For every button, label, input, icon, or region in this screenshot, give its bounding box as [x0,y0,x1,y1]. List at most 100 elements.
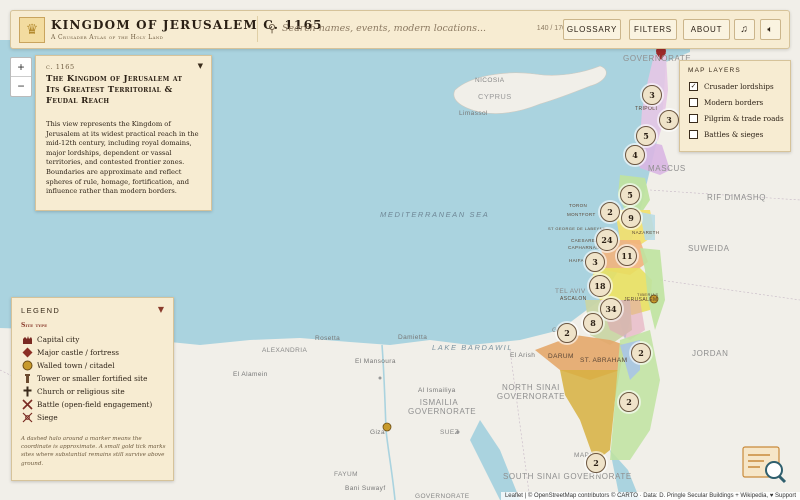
legend-item: Church or religious site [21,386,125,397]
legend-item: Walled town / citadel [21,360,115,371]
site-label: CAESAREA [571,238,599,243]
app-subtitle: A Crusader Atlas of the Holy Land [51,34,164,41]
city-label: MASCUS [648,164,686,173]
app-header: ♛ Kingdom of Jerusalem c. 1165 A Crusade… [10,10,790,49]
layer-battles-sieges[interactable]: Battles & sieges [689,130,763,139]
search-document-icon[interactable] [742,445,788,485]
city-label: Bani Suwayf [345,485,386,492]
city-label: El Arish [510,352,536,359]
walled-town-icon [21,360,33,371]
site-cluster[interactable]: 2 [619,392,639,412]
lake-label: LAKE BARDAWIL [432,343,514,352]
major-castle-icon [21,347,33,358]
site-label: NAZARETH [632,230,660,235]
region-label: RIF DIMASHQ [707,193,767,202]
site-label: ASCALON [560,296,587,302]
glossary-button[interactable]: GLOSSARY [563,19,621,40]
site-label: MONTFORT [567,212,596,217]
layer-checkbox[interactable] [689,98,698,107]
layer-checkbox[interactable] [689,130,698,139]
site-label: ST GEORGE DE LABEYNE [548,226,606,231]
region-label: SOUTH SINAI GOVERNORATE [503,472,632,481]
legend-item: Capital city [21,334,79,345]
site-cluster[interactable]: 24 [596,229,618,251]
site-cluster[interactable]: 11 [617,246,637,266]
capital-city-icon [21,334,33,345]
city-label: GOVERNORATE [415,493,470,500]
region-label: JORDAN [692,349,729,358]
city-label: Giza [370,429,385,436]
zoom-out-button[interactable]: − [11,77,31,95]
site-label: TRIPOLI [635,106,658,112]
site-cluster[interactable]: 2 [557,323,577,343]
city-label: El Alamein [233,371,268,378]
legend-item: Major castle / fortress [21,347,119,358]
search-input[interactable]: Search names, events, modern locations..… [282,23,486,34]
music-note-icon[interactable]: ♫ [734,19,755,40]
site-cluster[interactable]: 5 [620,185,640,205]
legend-item: Tower or smaller fortified site [21,373,147,384]
site-cluster[interactable]: 3 [659,110,679,130]
layer-checkbox[interactable] [689,114,698,123]
legend-collapse-icon[interactable]: ▼ [158,305,164,314]
info-date: c. 1165 [46,63,75,71]
search-bar[interactable]: ⚲ Search names, events, modern locations… [257,16,572,42]
search-icon: ⚲ [268,22,277,35]
site-label: JERUSALEM [624,297,658,303]
layer-pilgrim-roads[interactable]: Pilgrim & trade roads [689,114,784,123]
layer-modern-borders[interactable]: Modern borders [689,98,763,107]
zoom-control: + − [10,57,32,97]
layer-checkbox-checked[interactable]: ✓ [689,82,698,91]
info-panel: c. 1165 ▼ The Kingdom of Jerusalem at It… [35,55,212,211]
site-cluster[interactable]: 2 [631,343,651,363]
layer-crusader-lordships[interactable]: ✓ Crusader lordships [689,82,774,91]
site-label: ST. ABRAHAM [580,357,628,364]
site-cluster[interactable]: 3 [642,85,662,105]
city-label: Rosetta [315,335,341,342]
battle-icon [21,399,33,410]
church-icon [21,386,33,397]
legend-section: Site type [21,322,48,329]
collapse-caret-icon[interactable]: ▼ [198,62,203,70]
info-heading: The Kingdom of Jerusalem at Its Greatest… [46,74,183,106]
city-label: SUEZ [440,429,459,436]
sea-label: MEDITERRANEAN SEA [380,210,490,219]
city-label: Al Ismailiya [418,387,456,394]
site-cluster[interactable]: 3 [585,252,605,272]
site-cluster[interactable]: 8 [583,313,603,333]
zoom-in-button[interactable]: + [11,58,31,77]
site-label: TIBERIAS [637,292,659,297]
legend-panel: LEGEND ▼ Site type Capital city Major ca… [11,297,174,481]
site-label: TORON [569,203,588,208]
site-cluster[interactable]: 4 [625,145,645,165]
site-cluster[interactable]: 9 [621,208,641,228]
layers-title: MAP LAYERS [688,67,741,74]
result-count: 140 / 170 [536,25,566,32]
tower-icon [21,373,33,384]
filters-button[interactable]: FILTERS [629,19,677,40]
crown-banner-icon: ♛ [19,17,45,43]
city-label: ALEXANDRIA [262,347,308,354]
city-label: TEL AVIV [555,288,586,295]
site-label: HAIFA [569,258,585,263]
city-label: FAYUM [334,471,358,478]
site-label: DARUM [548,353,574,360]
about-button[interactable]: ABOUT [683,19,730,40]
legend-item: Siege [21,412,58,423]
siege-icon [21,412,33,423]
site-cluster[interactable]: 2 [586,453,606,473]
site-cluster[interactable]: 34 [600,298,622,320]
region-label: CYPRUS [478,92,512,101]
legend-item: Battle (open-field engagement) [21,399,152,410]
site-cluster[interactable]: 18 [589,275,611,297]
map-attribution[interactable]: Leaflet | © OpenStreetMap contributors ©… [500,492,800,500]
site-cluster[interactable]: 2 [600,202,620,222]
info-body: This view represents the Kingdom of Jeru… [46,120,199,196]
map-layers-panel: MAP LAYERS ✓ Crusader lordships Modern b… [679,60,791,152]
site-cluster[interactable]: 5 [636,126,656,146]
legend-title: LEGEND [21,306,61,315]
speaker-icon[interactable]: 🔈︎ [760,19,781,40]
city-label: Limassol [459,110,488,117]
region-label: NORTH SINAI GOVERNORATE [496,383,566,401]
region-label: ISMAILIA GOVERNORATE [408,398,477,416]
